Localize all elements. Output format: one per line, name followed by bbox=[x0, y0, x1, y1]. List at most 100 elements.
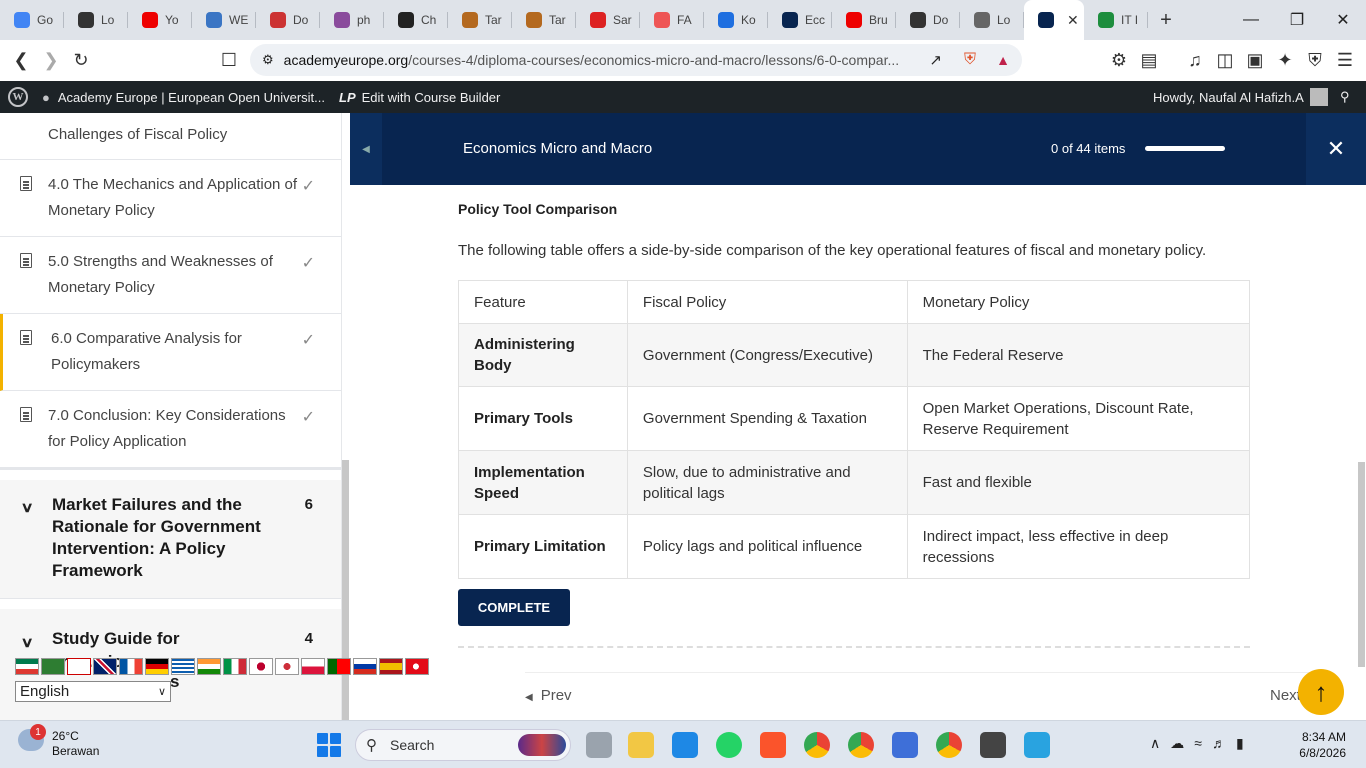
table-cell: Primary Tools bbox=[458, 386, 628, 451]
leo-ai-icon[interactable]: ✦ bbox=[1270, 46, 1300, 76]
browser-tab[interactable]: Yo bbox=[128, 0, 192, 40]
reader-icon[interactable]: ▤ bbox=[1134, 46, 1164, 76]
battery-icon[interactable]: ▮ bbox=[1236, 735, 1244, 752]
browser-tab[interactable]: Ch bbox=[384, 0, 448, 40]
flag-china-icon[interactable] bbox=[67, 658, 91, 675]
browser-tab[interactable]: Bru bbox=[832, 0, 896, 40]
browser-tab[interactable]: WE bbox=[192, 0, 256, 40]
flag-germany-icon[interactable] bbox=[145, 658, 169, 675]
clock[interactable]: 8:34 AM 6/8/2026 bbox=[1290, 729, 1346, 761]
app-icon[interactable] bbox=[892, 732, 918, 758]
main-scrollbar[interactable] bbox=[1358, 462, 1365, 667]
site-name-link[interactable]: ● Academy Europe | European Open Univers… bbox=[42, 90, 325, 105]
flag-korea-icon[interactable] bbox=[275, 658, 299, 675]
chrome-profile-icon[interactable] bbox=[936, 732, 962, 758]
close-tab-icon[interactable]: ✕ bbox=[1067, 12, 1079, 29]
browser-tab[interactable]: Ko bbox=[704, 0, 768, 40]
flag-uk-icon[interactable] bbox=[93, 658, 117, 675]
next-link[interactable]: Next bbox=[1270, 687, 1301, 704]
weather-widget[interactable]: 1 26°C Berawan bbox=[18, 724, 99, 759]
chevron-up-icon[interactable]: ∧ bbox=[1150, 735, 1160, 752]
edit-course-builder-link[interactable]: LP Edit with Course Builder bbox=[339, 90, 500, 105]
intro-paragraph: The following table offers a side-by-sid… bbox=[458, 242, 1207, 259]
flag-japan-icon[interactable] bbox=[249, 658, 273, 675]
browser-tab[interactable]: Sar bbox=[576, 0, 640, 40]
vscode-icon[interactable] bbox=[672, 732, 698, 758]
address-bar[interactable]: ⚙ academyeurope.org/courses-4/diploma-co… bbox=[250, 44, 1022, 76]
browser-tab[interactable]: Ecc bbox=[768, 0, 832, 40]
browser-tab[interactable]: Tar bbox=[512, 0, 576, 40]
new-tab-button[interactable]: + bbox=[1148, 9, 1184, 32]
terminal-icon[interactable] bbox=[980, 732, 1006, 758]
browser-tab-active[interactable]: ✕ bbox=[1024, 0, 1084, 40]
wordpress-logo-icon[interactable]: W bbox=[8, 87, 28, 107]
lesson-item-7[interactable]: 7.0 Conclusion: Key Considerations for P… bbox=[0, 391, 341, 470]
brave-rewards-icon[interactable]: ▲ bbox=[996, 52, 1010, 68]
close-course-icon[interactable]: ✕ bbox=[1306, 113, 1366, 185]
file-explorer-icon[interactable] bbox=[628, 732, 654, 758]
taskbar-search[interactable]: ⚲ Search bbox=[355, 729, 571, 761]
browser-tab[interactable]: IT I bbox=[1084, 0, 1148, 40]
restore-icon[interactable]: ❐ bbox=[1274, 0, 1320, 40]
table-cell: Fast and flexible bbox=[906, 450, 1251, 515]
browser-tab[interactable]: Lo bbox=[960, 0, 1024, 40]
forward-icon[interactable]: ❯ bbox=[36, 46, 66, 76]
flag-italy-icon[interactable] bbox=[223, 658, 247, 675]
windows-start-icon[interactable] bbox=[317, 733, 341, 757]
prev-link[interactable]: ◀ Prev bbox=[525, 687, 572, 704]
account-menu[interactable]: Howdy, Naufal Al Hafizh.A bbox=[1153, 88, 1328, 106]
menu-icon[interactable]: ☰ bbox=[1330, 46, 1360, 76]
volume-icon[interactable]: ♬ bbox=[1212, 735, 1226, 752]
browser-tab[interactable]: Go bbox=[0, 0, 64, 40]
reload-icon[interactable]: ↻ bbox=[66, 46, 96, 76]
lesson-item-4[interactable]: 4.0 The Mechanics and Application of Mon… bbox=[0, 160, 341, 237]
flag-greece-icon[interactable] bbox=[171, 658, 195, 675]
brave-shield-icon[interactable]: ⛨ bbox=[964, 51, 976, 69]
media-icon[interactable]: ♫ bbox=[1180, 46, 1210, 76]
lesson-item-6-current[interactable]: 6.0 Comparative Analysis for Policymaker… bbox=[0, 314, 341, 391]
flag-portugal-icon[interactable] bbox=[327, 658, 351, 675]
wallet-icon[interactable]: ▣ bbox=[1240, 46, 1270, 76]
chrome-profile-icon[interactable] bbox=[848, 732, 874, 758]
section-market-failures[interactable]: ∨ Market Failures and the Rationale for … bbox=[0, 480, 341, 599]
notepad-icon[interactable] bbox=[1024, 732, 1050, 758]
table-header-cell: Fiscal Policy bbox=[626, 280, 908, 324]
scroll-to-top-button[interactable]: ↑ bbox=[1298, 669, 1344, 715]
minimize-icon[interactable]: — bbox=[1228, 0, 1274, 40]
browser-tab[interactable]: Do bbox=[896, 0, 960, 40]
lesson-item-partial[interactable]: Challenges of Fiscal Policy bbox=[0, 113, 341, 160]
task-view-icon[interactable] bbox=[586, 732, 612, 758]
lesson-item-5[interactable]: 5.0 Strengths and Weaknesses of Monetary… bbox=[0, 237, 341, 314]
cloud-sync-icon[interactable]: ☁ bbox=[1170, 735, 1184, 752]
bookmark-icon[interactable]: ☐ bbox=[214, 46, 244, 76]
browser-tab[interactable]: FA bbox=[640, 0, 704, 40]
sidebar-toggle-icon[interactable]: ◫ bbox=[1210, 46, 1240, 76]
chrome-icon[interactable] bbox=[804, 732, 830, 758]
whatsapp-icon[interactable] bbox=[716, 732, 742, 758]
browser-tab[interactable]: Lo bbox=[64, 0, 128, 40]
browser-tab[interactable]: Tar bbox=[448, 0, 512, 40]
flag-india-icon[interactable] bbox=[197, 658, 221, 675]
flag-arabic-icon[interactable] bbox=[41, 658, 65, 675]
back-icon[interactable]: ❮ bbox=[6, 46, 36, 76]
site-info-icon[interactable]: ⚙ bbox=[262, 52, 274, 68]
wifi-icon[interactable]: ≈ bbox=[1194, 735, 1202, 752]
close-window-icon[interactable]: ✕ bbox=[1320, 0, 1366, 40]
collapse-sidebar-icon[interactable]: ◀ bbox=[350, 113, 382, 185]
tab-favicon-icon bbox=[1098, 12, 1114, 28]
tab-favicon-icon bbox=[526, 12, 542, 28]
tab-label: Tar bbox=[485, 13, 502, 27]
flag-south-africa-icon[interactable] bbox=[15, 658, 39, 675]
flag-poland-icon[interactable] bbox=[301, 658, 325, 675]
brave-taskbar-icon[interactable] bbox=[760, 732, 786, 758]
vpn-icon[interactable]: ⛨ bbox=[1300, 46, 1330, 76]
share-icon[interactable]: ↗ bbox=[929, 51, 942, 69]
complete-button[interactable]: COMPLETE bbox=[458, 589, 570, 626]
language-select[interactable]: English ∨ bbox=[15, 681, 171, 702]
extensions-icon[interactable]: ⚙ bbox=[1104, 46, 1134, 76]
flag-france-icon[interactable] bbox=[119, 658, 143, 675]
search-icon[interactable]: ⚲ bbox=[1340, 89, 1350, 105]
browser-tab[interactable]: Do bbox=[256, 0, 320, 40]
browser-tab[interactable]: ph bbox=[320, 0, 384, 40]
sidebar-scrollbar[interactable] bbox=[342, 460, 349, 720]
